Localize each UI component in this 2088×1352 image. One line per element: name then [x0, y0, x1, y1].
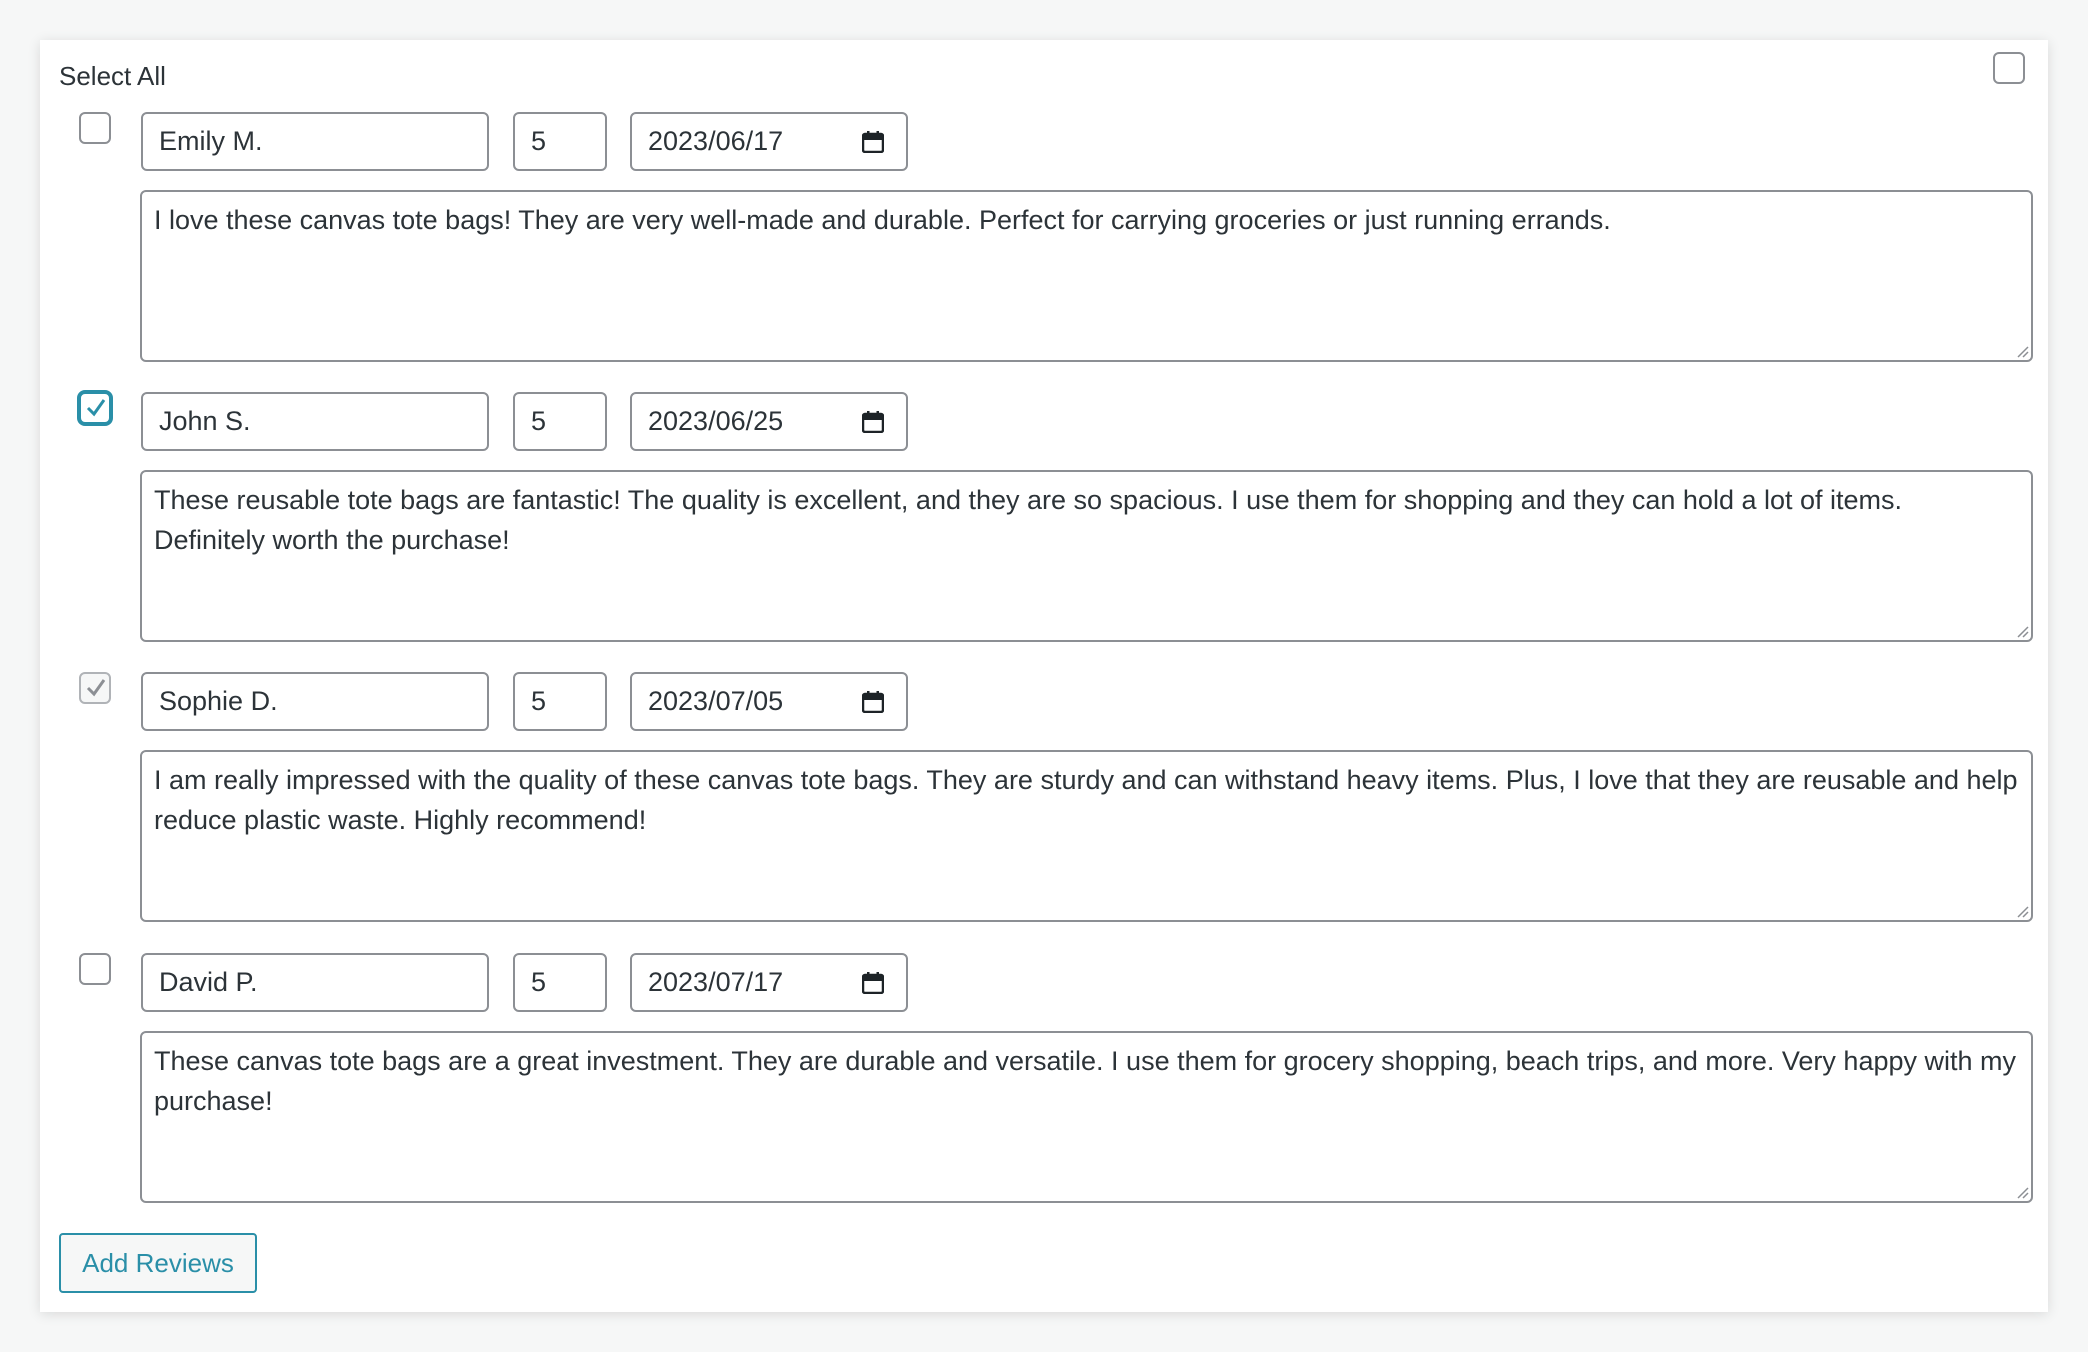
review-date-value: 2023/06/17: [648, 126, 784, 156]
select-all-label: Select All: [59, 61, 166, 91]
resize-grip-icon[interactable]: [2015, 624, 2029, 638]
review-checkbox[interactable]: [79, 392, 111, 424]
review-date-value: 2023/07/05: [648, 686, 784, 716]
checkmark-icon: [86, 399, 106, 417]
review-text-area[interactable]: These reusable tote bags are fantastic! …: [140, 470, 2033, 642]
review-date-input[interactable]: 2023/07/17: [630, 953, 908, 1012]
reviewer-name-input[interactable]: John S.: [141, 392, 489, 451]
rating-input[interactable]: 5: [513, 953, 607, 1012]
resize-grip-icon[interactable]: [2015, 344, 2029, 358]
reviewer-name-input[interactable]: David P.: [141, 953, 489, 1012]
review-date-value: 2023/06/25: [648, 406, 784, 436]
rating-input[interactable]: 5: [513, 112, 607, 171]
checkmark-icon: [86, 679, 106, 697]
review-text: I love these canvas tote bags! They are …: [154, 205, 1611, 235]
rating-input[interactable]: 5: [513, 392, 607, 451]
review-checkbox[interactable]: [79, 672, 111, 704]
review-row: John S. 5 2023/06/25 These reusable tote…: [40, 392, 2048, 672]
resize-grip-icon[interactable]: [2015, 904, 2029, 918]
review-text: I am really impressed with the quality o…: [154, 765, 2018, 835]
resize-grip-icon[interactable]: [2015, 1185, 2029, 1199]
calendar-icon[interactable]: [862, 411, 884, 433]
review-text: These canvas tote bags are a great inves…: [154, 1046, 2016, 1116]
review-date-input[interactable]: 2023/07/05: [630, 672, 908, 731]
reviews-panel: Select All Emily M. 5 2023/06/17 I love …: [40, 40, 2048, 1312]
review-row: Emily M. 5 2023/06/17 I love these canva…: [40, 112, 2048, 392]
rating-input[interactable]: 5: [513, 672, 607, 731]
select-all-checkbox[interactable]: [1993, 52, 2025, 84]
reviewer-name-input[interactable]: Sophie D.: [141, 672, 489, 731]
review-date-value: 2023/07/17: [648, 967, 784, 997]
review-text-area[interactable]: These canvas tote bags are a great inves…: [140, 1031, 2033, 1203]
add-reviews-button[interactable]: Add Reviews: [59, 1233, 257, 1293]
calendar-icon[interactable]: [862, 131, 884, 153]
review-text-area[interactable]: I am really impressed with the quality o…: [140, 750, 2033, 922]
calendar-icon[interactable]: [862, 691, 884, 713]
review-checkbox[interactable]: [79, 953, 111, 985]
calendar-icon[interactable]: [862, 972, 884, 994]
review-date-input[interactable]: 2023/06/25: [630, 392, 908, 451]
review-text-area[interactable]: I love these canvas tote bags! They are …: [140, 190, 2033, 362]
review-checkbox[interactable]: [79, 112, 111, 144]
reviewer-name-input[interactable]: Emily M.: [141, 112, 489, 171]
review-text: These reusable tote bags are fantastic! …: [154, 485, 1903, 555]
review-date-input[interactable]: 2023/06/17: [630, 112, 908, 171]
review-row: Sophie D. 5 2023/07/05 I am really impre…: [40, 672, 2048, 952]
review-row: David P. 5 2023/07/17 These canvas tote …: [40, 953, 2048, 1233]
